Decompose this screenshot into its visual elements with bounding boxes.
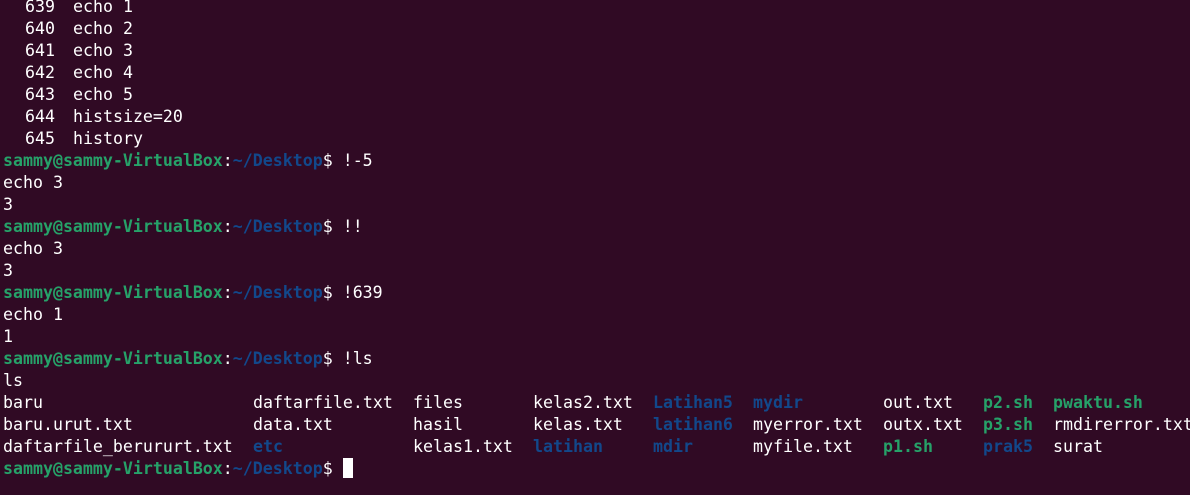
prompt-dollar: $ bbox=[322, 217, 343, 236]
history-line: 640 echo 2 bbox=[3, 18, 1190, 40]
prompt-path: ~/Desktop bbox=[232, 151, 323, 170]
history-command: history bbox=[73, 129, 143, 148]
history-command: histsize=20 bbox=[73, 107, 183, 126]
history-number: 645 bbox=[25, 129, 55, 148]
prompt-line: sammy@sammy-VirtualBox:~/Desktop$ !! bbox=[3, 216, 1190, 238]
ls-directory: mydir bbox=[753, 393, 803, 412]
terminal-window[interactable]: 639 echo 1 640 echo 2 641 echo 3 642 echo 4 … bbox=[3, 0, 1190, 480]
prompt-colon: : bbox=[222, 217, 233, 236]
history-number: 641 bbox=[25, 41, 55, 60]
ls-file: myfile.txt bbox=[753, 437, 853, 456]
history-number: 643 bbox=[25, 85, 55, 104]
history-line: 645 history bbox=[3, 128, 1190, 150]
history-command: echo 1 bbox=[73, 0, 133, 16]
ls-directory: etc bbox=[253, 437, 283, 456]
prompt-user-host: sammy@sammy-VirtualBox bbox=[3, 217, 223, 236]
ls-file: kelas.txt bbox=[533, 415, 623, 434]
ls-file: out.txt bbox=[883, 393, 953, 412]
prompt-user-host: sammy@sammy-VirtualBox bbox=[3, 349, 223, 368]
history-line: 639 echo 1 bbox=[3, 0, 1190, 18]
history-number: 640 bbox=[25, 19, 55, 38]
ls-directory: mdir bbox=[653, 437, 693, 456]
history-number: 642 bbox=[25, 63, 55, 82]
prompt-line: sammy@sammy-VirtualBox:~/Desktop$ !-5 bbox=[3, 150, 1190, 172]
ls-file: surat bbox=[1053, 437, 1103, 456]
ls-directory: prak5 bbox=[983, 437, 1033, 456]
prompt-colon: : bbox=[222, 151, 233, 170]
ls-directory: latihan6 bbox=[653, 415, 733, 434]
prompt-path: ~/Desktop bbox=[232, 459, 323, 478]
prompt-dollar: $ bbox=[322, 151, 343, 170]
ls-file: rmdirerror.txt bbox=[1053, 415, 1190, 434]
expanded-command: ls bbox=[3, 371, 23, 390]
ls-file: daftarfile_berururt.txt bbox=[3, 437, 233, 456]
prompt-dollar: $ bbox=[322, 349, 343, 368]
active-prompt-line[interactable]: sammy@sammy-VirtualBox:~/Desktop$ bbox=[3, 458, 1190, 480]
history-command: echo 4 bbox=[73, 63, 133, 82]
expanded-command: echo 3 bbox=[3, 173, 63, 192]
prompt-colon: : bbox=[222, 459, 233, 478]
history-command: echo 5 bbox=[73, 85, 133, 104]
command-output: 3 bbox=[3, 195, 13, 214]
history-number: 639 bbox=[25, 0, 55, 16]
prompt-colon: : bbox=[222, 283, 233, 302]
ls-directory: latihan bbox=[533, 437, 603, 456]
history-command: echo 2 bbox=[73, 19, 133, 38]
prompt-dollar: $ bbox=[322, 459, 343, 478]
command-output: 1 bbox=[3, 327, 13, 346]
ls-row: baru.urut.txt data.txt hasil kelas.txt latih… bbox=[3, 414, 1190, 436]
ls-executable: pwaktu.sh bbox=[1053, 393, 1143, 412]
prompt-user-host: sammy@sammy-VirtualBox bbox=[3, 283, 223, 302]
ls-output: baru daftarfile.txt files kelas2.txt Latihan… bbox=[3, 392, 1190, 458]
history-line: 641 echo 3 bbox=[3, 40, 1190, 62]
history-line: 642 echo 4 bbox=[3, 62, 1190, 84]
ls-executable: p1.sh bbox=[883, 437, 933, 456]
prompt-path: ~/Desktop bbox=[232, 283, 323, 302]
prompt-user-host: sammy@sammy-VirtualBox bbox=[3, 151, 223, 170]
prompt-path: ~/Desktop bbox=[232, 349, 323, 368]
ls-file: files bbox=[413, 393, 463, 412]
ls-file: hasil bbox=[413, 415, 463, 434]
ls-directory: Latihan5 bbox=[653, 393, 733, 412]
ls-file: baru bbox=[3, 393, 43, 412]
command-output: 3 bbox=[3, 261, 13, 280]
history-line: 644 histsize=20 bbox=[3, 106, 1190, 128]
typed-command: !-5 bbox=[342, 151, 373, 170]
ls-executable: p3.sh bbox=[983, 415, 1033, 434]
ls-file: kelas2.txt bbox=[533, 393, 633, 412]
prompt-colon: : bbox=[222, 349, 233, 368]
history-line: 643 echo 5 bbox=[3, 84, 1190, 106]
ls-file: baru.urut.txt bbox=[3, 415, 133, 434]
typed-command: !ls bbox=[342, 349, 373, 368]
ls-executable: p2.sh bbox=[983, 393, 1033, 412]
ls-row: daftarfile_berururt.txt etc kelas1.txt lati… bbox=[3, 436, 1190, 458]
prompt-path: ~/Desktop bbox=[232, 217, 323, 236]
history-command: echo 3 bbox=[73, 41, 133, 60]
ls-file: kelas1.txt bbox=[413, 437, 513, 456]
prompt-user-host: sammy@sammy-VirtualBox bbox=[3, 459, 223, 478]
text-cursor[interactable] bbox=[342, 458, 353, 478]
ls-file: myerror.txt bbox=[753, 415, 863, 434]
expanded-command: echo 1 bbox=[3, 305, 63, 324]
typed-command: !639 bbox=[342, 283, 383, 302]
history-number: 644 bbox=[25, 107, 55, 126]
ls-row: baru daftarfile.txt files kelas2.txt Latihan… bbox=[3, 392, 1190, 414]
ls-file: daftarfile.txt bbox=[253, 393, 393, 412]
prompt-line: sammy@sammy-VirtualBox:~/Desktop$ !ls bbox=[3, 348, 1190, 370]
prompt-dollar: $ bbox=[322, 283, 343, 302]
ls-file: data.txt bbox=[253, 415, 333, 434]
expanded-command: echo 3 bbox=[3, 239, 63, 258]
ls-file: outx.txt bbox=[883, 415, 963, 434]
prompt-line: sammy@sammy-VirtualBox:~/Desktop$ !639 bbox=[3, 282, 1190, 304]
typed-command: !! bbox=[342, 217, 363, 236]
